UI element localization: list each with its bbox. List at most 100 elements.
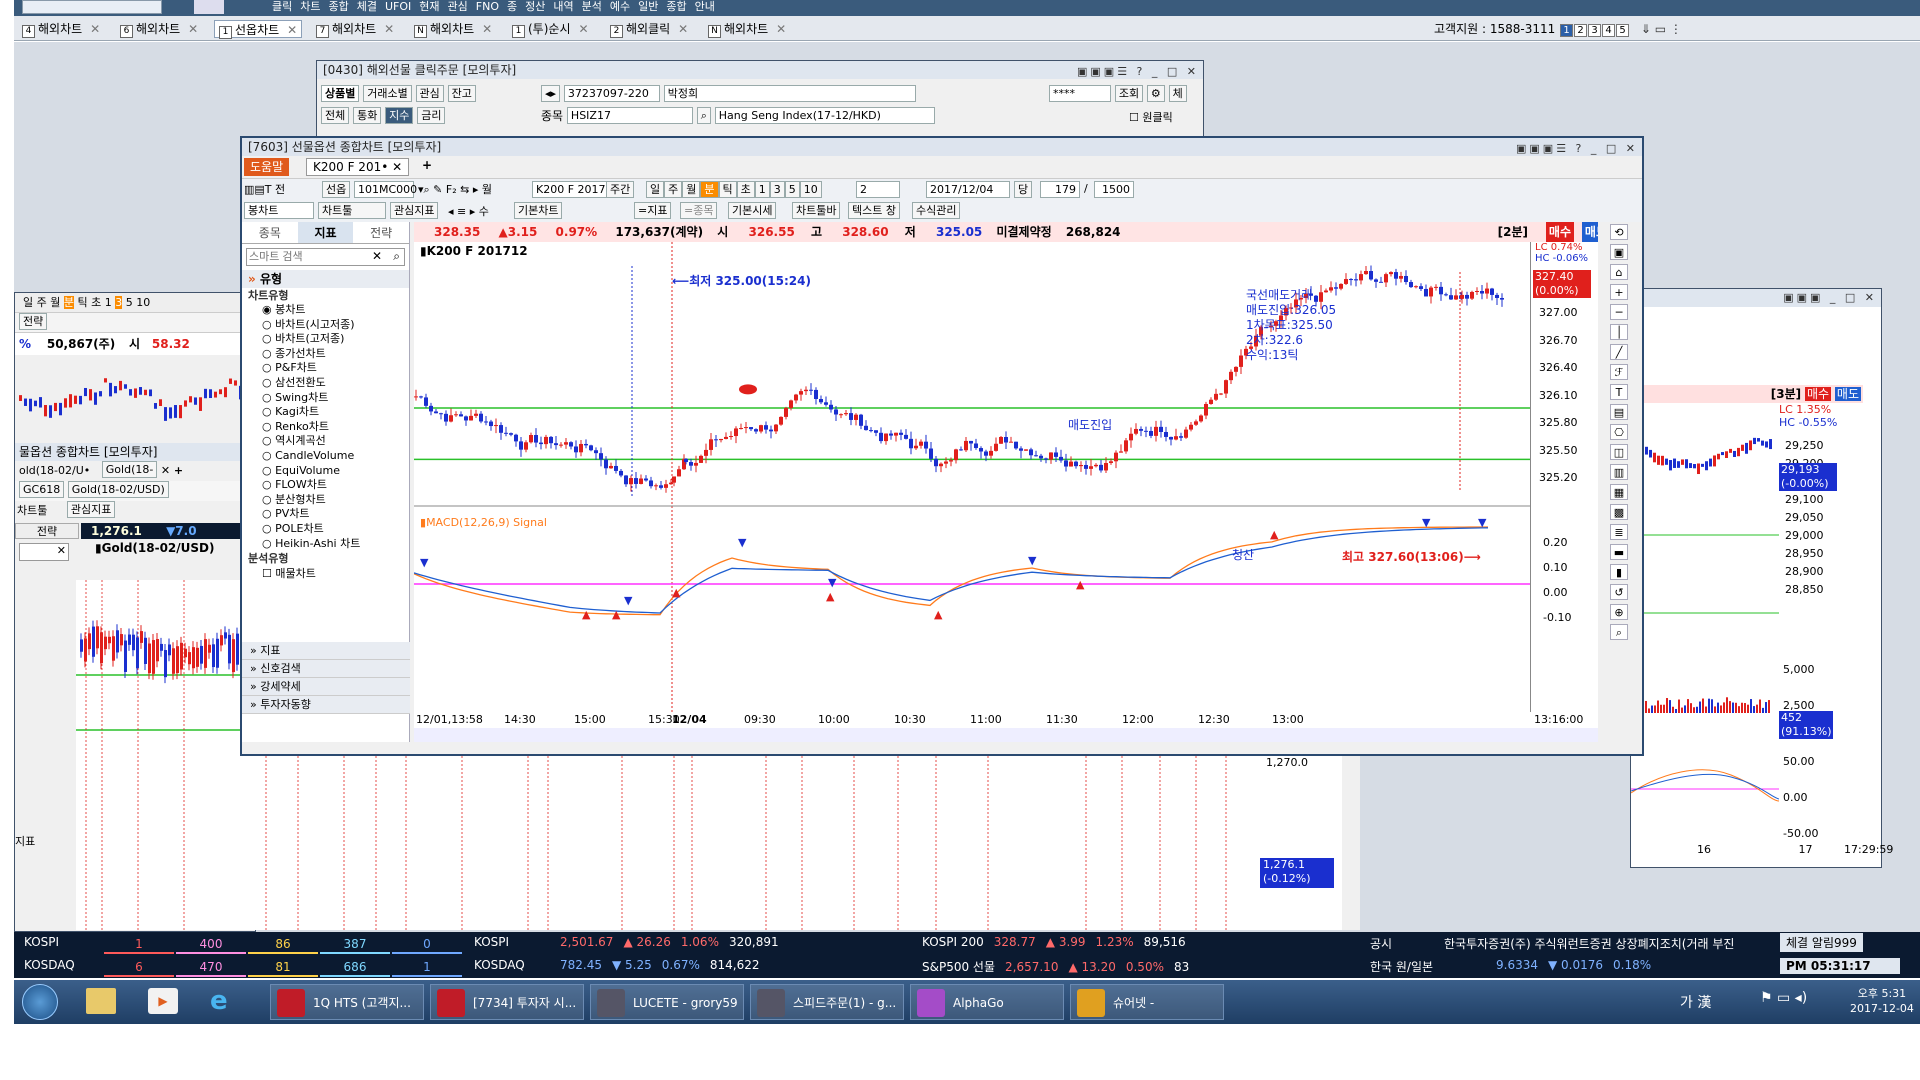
query-button[interactable]: 조회 bbox=[1114, 85, 1144, 102]
chart-tab[interactable]: K200 F 201• ✕ bbox=[306, 158, 410, 176]
clear-icon[interactable]: ✕ bbox=[372, 249, 382, 263]
indicator-btn[interactable]: =지표 bbox=[634, 202, 672, 219]
code-input[interactable]: 101MC000 bbox=[354, 181, 417, 198]
top-menu-item[interactable]: 안내 bbox=[695, 0, 715, 14]
gold-toolbar-periods[interactable]: 일 주 월 분 틱 초 1 3 5 10 bbox=[15, 293, 255, 313]
gold-name-input[interactable]: Gold(18-02/USD) bbox=[67, 481, 169, 498]
tree-item-radio[interactable]: ○ 분산형차트 bbox=[248, 493, 409, 508]
tree-item-radio[interactable]: ○ Swing차트 bbox=[248, 391, 409, 406]
window-tab[interactable]: N 해외차트 ✕ bbox=[410, 20, 496, 38]
interval-number-button[interactable]: 10 bbox=[799, 181, 822, 198]
top-menu-item[interactable]: 종합 bbox=[666, 0, 686, 14]
tool-icon[interactable]: ─ bbox=[1610, 304, 1628, 320]
order-tab-balance[interactable]: 잔고 bbox=[447, 85, 476, 102]
tree-item-radio[interactable]: ◉ 봉차트 bbox=[248, 303, 409, 318]
tool-icon[interactable]: ◫ bbox=[1610, 444, 1628, 460]
top-menu-item[interactable]: 체결 bbox=[357, 0, 377, 14]
ime-indicator[interactable]: 가 漢 bbox=[1680, 992, 1711, 1012]
notify-buttons[interactable]: 체결 알림999 bbox=[1780, 933, 1863, 952]
gold-tab-1[interactable]: old(18-02/U• bbox=[19, 464, 90, 477]
tool-icon[interactable]: ⎔ bbox=[1610, 424, 1628, 440]
tree-root[interactable]: » 유형 bbox=[242, 270, 409, 288]
date-picker[interactable]: 2017/12/04 bbox=[926, 181, 1010, 198]
tool-icon[interactable]: ℱ bbox=[1610, 364, 1628, 380]
radio-icon[interactable]: ◉ bbox=[262, 303, 275, 316]
gold-search-box[interactable]: ✕ bbox=[19, 543, 69, 561]
tool-icon[interactable]: ⊕ bbox=[1610, 604, 1628, 620]
tool-icon[interactable]: ▤ bbox=[1610, 404, 1628, 420]
tool-icon[interactable]: ⌂ bbox=[1610, 264, 1628, 280]
settings-icon[interactable]: ⚙ bbox=[1146, 85, 1165, 102]
taskbar-item[interactable]: LUCETE - grory59 bbox=[590, 984, 744, 1020]
gold-code-row[interactable]: GC618 Gold(18-02/USD) bbox=[15, 481, 257, 501]
tool-icon[interactable]: ▮ bbox=[1610, 564, 1628, 580]
password-field[interactable]: **** bbox=[1049, 85, 1111, 102]
taskbar-item[interactable]: [7734] 투자자 시... bbox=[430, 984, 584, 1020]
symbol-input[interactable]: HSIZ17 bbox=[566, 107, 693, 124]
top-menu-item[interactable]: 분석 bbox=[582, 0, 602, 14]
close-icon[interactable]: ✕ bbox=[578, 22, 588, 36]
total-field[interactable]: 1500 bbox=[1094, 181, 1134, 198]
radio-icon[interactable]: ○ bbox=[262, 507, 275, 520]
text-window-btn[interactable]: 텍스트 창 bbox=[848, 202, 900, 219]
radio-icon[interactable]: ○ bbox=[262, 391, 275, 404]
side-tab-strategy[interactable]: 전략 bbox=[353, 222, 409, 243]
side-footer-item[interactable]: » 강세약세 bbox=[242, 678, 410, 696]
radio-icon[interactable]: ○ bbox=[262, 347, 275, 360]
tree-item-radio[interactable]: ○ PV차트 bbox=[248, 507, 409, 522]
top-menu-item[interactable]: 내역 bbox=[553, 0, 573, 14]
tree-item-radio[interactable]: ○ 바차트(고저종) bbox=[248, 332, 409, 347]
explorer-icon[interactable] bbox=[86, 988, 116, 1014]
side-footer-item[interactable]: » 지표 bbox=[242, 642, 410, 660]
interval-number-button[interactable]: 5 bbox=[784, 181, 800, 198]
ie-icon[interactable]: e bbox=[210, 986, 242, 1016]
tree-group[interactable]: 차트유형 bbox=[248, 288, 409, 303]
tree-item-radio[interactable]: ○ Renko차트 bbox=[248, 420, 409, 435]
tree-item-radio[interactable]: ○ P&F차트 bbox=[248, 361, 409, 376]
side-tab-indicator[interactable]: 지표 bbox=[297, 222, 354, 243]
gold-tab-2[interactable]: Gold(18- bbox=[101, 461, 158, 478]
tree-item-radio[interactable]: ○ 삼선전환도 bbox=[248, 376, 409, 391]
check-button[interactable]: 체 bbox=[1168, 85, 1187, 102]
interval-number-button[interactable]: 1 bbox=[754, 181, 770, 198]
tree-item-radio[interactable]: ○ EquiVolume bbox=[248, 464, 409, 479]
interval-number-button[interactable]: 3 bbox=[769, 181, 785, 198]
radio-icon[interactable]: ○ bbox=[262, 318, 275, 331]
item-btn[interactable]: =종목 bbox=[680, 202, 718, 219]
tree-item-radio[interactable]: ○ POLE차트 bbox=[248, 522, 409, 537]
workspace-page-button[interactable]: 3 bbox=[1588, 24, 1602, 37]
period-button[interactable]: 일 bbox=[646, 181, 665, 198]
top-menu-item[interactable]: FNO bbox=[476, 0, 499, 14]
period-button[interactable]: 월 bbox=[682, 181, 701, 198]
top-menu-item[interactable]: 차트 bbox=[300, 0, 320, 14]
period-button[interactable]: 주 bbox=[664, 181, 683, 198]
right-tool-column[interactable]: ⟲ ▣ ⌂ + ─ │ ╱ ℱ T ▤ ⎔ ◫ ▥ ▦ ▩ ≣ ▬ ▮ ↺ ⊕ ⌕ bbox=[1598, 222, 1640, 742]
chart-type-select[interactable]: 봉차트 bbox=[244, 202, 314, 219]
radio-icon[interactable]: ○ bbox=[262, 420, 275, 433]
sell-button[interactable]: 매수 bbox=[1545, 222, 1574, 242]
period-buttons[interactable]: 일 주 월 분 틱 초 1 3 5 10 bbox=[646, 181, 822, 198]
gold-watch-btn[interactable]: 관심지표 bbox=[66, 501, 116, 518]
close-icon[interactable]: ✕ bbox=[678, 22, 688, 36]
order-subtab-index[interactable]: 지수 bbox=[385, 107, 414, 124]
tree-item-checkbox[interactable]: ☐ 매물차트 bbox=[248, 566, 409, 581]
radio-icon[interactable]: ○ bbox=[262, 434, 275, 447]
gold-toolbar-3[interactable]: 차트툴 관심지표 bbox=[15, 501, 257, 521]
order-subtab-rate[interactable]: 금리 bbox=[417, 107, 446, 124]
tree-item-radio[interactable]: ○ Kagi차트 bbox=[248, 405, 409, 420]
add-tab-button[interactable]: + bbox=[422, 158, 432, 172]
period-button[interactable]: 초 bbox=[736, 181, 755, 198]
tool-icon[interactable]: ▩ bbox=[1610, 504, 1628, 520]
side-footer-item[interactable]: » 투자자동향 bbox=[242, 696, 410, 714]
top-menu-item[interactable]: 관심 bbox=[448, 0, 468, 14]
top-menu-item[interactable]: 예수 bbox=[610, 0, 630, 14]
checkbox-icon[interactable]: ☐ bbox=[262, 567, 275, 580]
gold-subtabs[interactable]: old(18-02/U• Gold(18- ✕ + bbox=[15, 461, 257, 481]
top-menu-item[interactable]: UFOI bbox=[385, 0, 411, 14]
taskbar-item[interactable]: 1Q HTS (고객지... bbox=[270, 984, 424, 1020]
kind-select[interactable]: 선옵 bbox=[322, 181, 351, 198]
smart-search-input[interactable] bbox=[247, 249, 367, 265]
window-tab[interactable]: 6 해외차트 ✕ bbox=[116, 20, 202, 38]
right-sell-btn[interactable]: 매수 bbox=[1804, 387, 1832, 401]
top-menu-item[interactable]: 클릭 bbox=[272, 0, 292, 14]
